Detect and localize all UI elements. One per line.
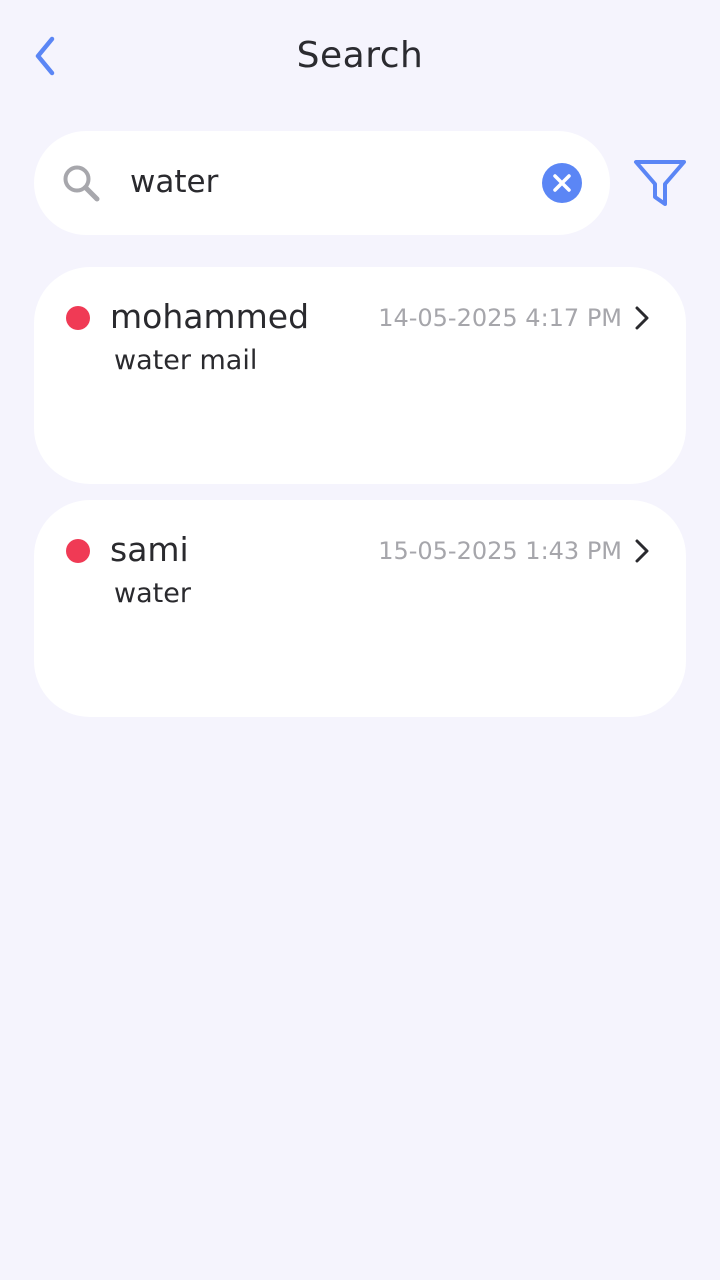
filter-button[interactable] xyxy=(628,152,692,214)
unread-indicator xyxy=(66,306,90,330)
unread-indicator xyxy=(66,539,90,563)
message-subject: water xyxy=(114,578,191,609)
sender-name: sami xyxy=(110,530,189,569)
message-subject: water mail xyxy=(114,345,258,376)
filter-icon xyxy=(634,160,686,206)
clear-icon xyxy=(553,174,571,192)
sender-name: mohammed xyxy=(110,297,310,336)
header: Search xyxy=(0,0,720,112)
chevron-right-icon xyxy=(635,306,649,330)
message-timestamp: 14-05-2025 4:17 PM xyxy=(378,304,622,332)
clear-search-button[interactable] xyxy=(542,163,582,203)
search-result-card[interactable]: mohammed 14-05-2025 4:17 PM water mail xyxy=(34,267,686,484)
search-result-card[interactable]: sami 15-05-2025 1:43 PM water xyxy=(34,500,686,717)
search-input[interactable] xyxy=(130,158,520,206)
search-icon xyxy=(63,165,100,202)
chevron-right-icon xyxy=(635,539,649,563)
message-timestamp: 15-05-2025 1:43 PM xyxy=(378,537,622,565)
page-title: Search xyxy=(296,35,424,76)
